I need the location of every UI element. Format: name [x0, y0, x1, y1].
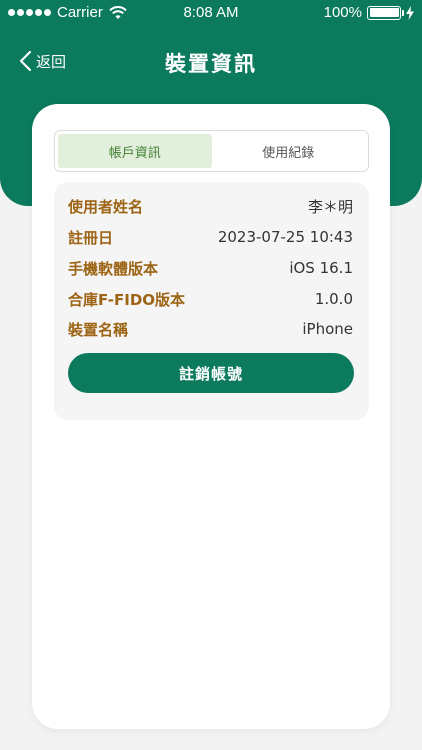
info-value: 1.0.0 [314, 290, 353, 308]
info-label: 手機軟體版本 [68, 259, 159, 278]
info-row-fido-version: 合庫F-FIDO版本 1.0.0 [68, 287, 353, 311]
status-right: 100% [324, 4, 414, 21]
info-label: 使用者姓名 [68, 197, 144, 216]
info-row-register-date: 註冊日 2023-07-25 10:43 [68, 225, 353, 249]
page-title: 裝置資訊 [165, 52, 257, 76]
info-value: iPhone [302, 320, 353, 338]
device-info-card: 帳戶資訊 使用紀錄 使用者姓名 李＊明 註冊日 2023-07-25 10:43… [32, 104, 390, 729]
info-value: 李＊明 [307, 197, 353, 216]
tab-account-info[interactable]: 帳戶資訊 [58, 134, 212, 168]
battery-percent: 100% [323, 4, 362, 21]
info-row-os-version: 手機軟體版本 iOS 16.1 [68, 256, 353, 280]
status-bar: Carrier 8:08 AM 100% [0, 0, 422, 26]
info-label: 裝置名稱 [68, 320, 129, 339]
charging-bolt-icon [406, 5, 414, 20]
info-label: 註冊日 [68, 228, 114, 247]
deregister-account-button[interactable]: 註銷帳號 [68, 353, 354, 393]
tab-bar: 帳戶資訊 使用紀錄 [54, 130, 369, 172]
info-row-device-name: 裝置名稱 iPhone [68, 317, 353, 341]
tab-usage-history[interactable]: 使用紀錄 [212, 134, 366, 168]
info-row-user-name: 使用者姓名 李＊明 [68, 194, 353, 218]
info-value: 2023-07-25 10:43 [217, 228, 353, 246]
info-label: 合庫F-FIDO版本 [68, 290, 186, 309]
info-value: iOS 16.1 [289, 259, 353, 277]
account-info-panel: 使用者姓名 李＊明 註冊日 2023-07-25 10:43 手機軟體版本 iO… [54, 182, 369, 420]
battery-icon [367, 5, 404, 20]
